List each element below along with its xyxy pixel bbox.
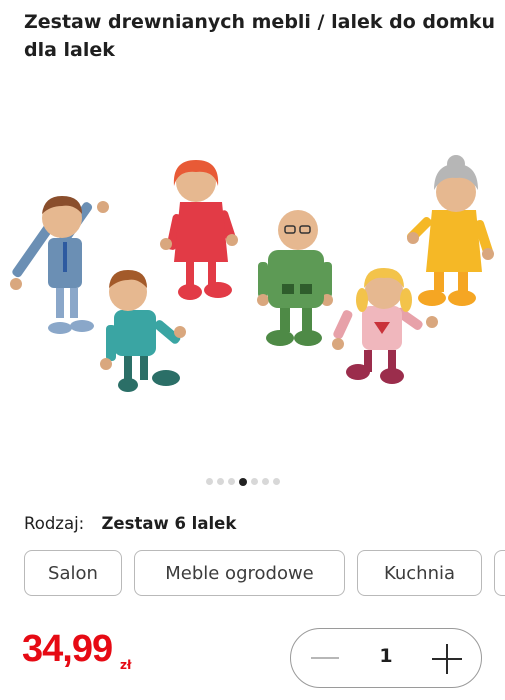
gallery-dot[interactable] — [228, 478, 235, 485]
option-more[interactable] — [494, 550, 505, 596]
doll-father — [10, 196, 109, 334]
product-image-gallery[interactable] — [0, 130, 505, 430]
doll-mother — [160, 160, 238, 300]
price: 34,99 zł — [22, 628, 131, 688]
variant-options: Salon Meble ogrodowe Kuchnia — [24, 550, 505, 600]
quantity-value[interactable]: 1 — [361, 645, 411, 667]
gallery-dot[interactable] — [262, 478, 269, 485]
price-amount: 34,99 — [22, 628, 113, 670]
variant-selection: Rodzaj: Zestaw 6 lalek — [24, 514, 236, 533]
option-salon[interactable]: Salon — [24, 550, 122, 596]
gallery-pagination — [206, 477, 280, 486]
price-currency: zł — [120, 658, 132, 672]
gallery-dot[interactable] — [206, 478, 213, 485]
variant-value: Zestaw 6 lalek — [101, 514, 237, 533]
product-title: Zestaw drewnianych mebli / lalek do domk… — [24, 11, 495, 61]
doll-grandmother — [406, 155, 494, 306]
doll-boy — [100, 270, 186, 392]
option-kuchnia[interactable]: Kuchnia — [357, 550, 482, 596]
gallery-dot[interactable] — [217, 478, 224, 485]
quantity-stepper: 1 — [290, 628, 482, 688]
gallery-dot[interactable] — [251, 478, 258, 485]
doll-girl — [332, 268, 438, 384]
plus-icon[interactable] — [429, 641, 465, 677]
option-meble-ogrodowe[interactable]: Meble ogrodowe — [134, 550, 345, 596]
minus-icon[interactable] — [305, 643, 345, 673]
product-image — [10, 155, 494, 392]
gallery-dot[interactable] — [273, 478, 280, 485]
doll-grandfather — [257, 210, 333, 346]
variant-label: Rodzaj: — [24, 514, 85, 533]
gallery-dot-active[interactable] — [239, 477, 247, 486]
